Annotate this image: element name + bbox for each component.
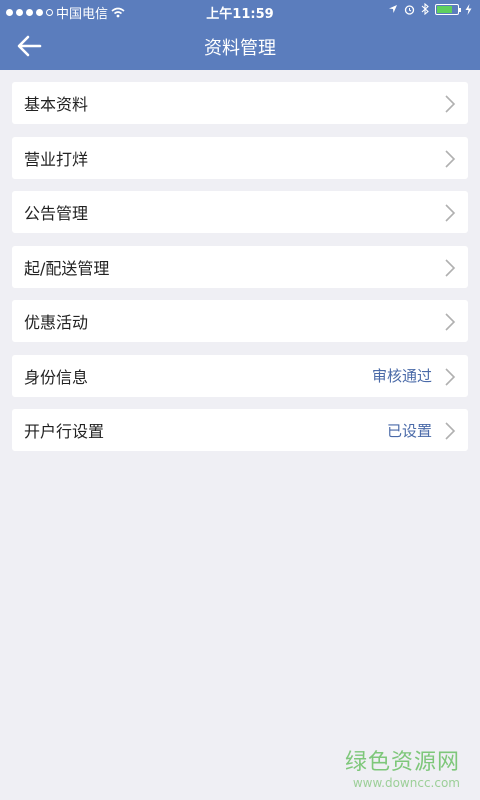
list-item-basic-info[interactable]: 基本资料 (12, 82, 468, 124)
list-item-label: 身份信息 (24, 367, 89, 387)
chevron-right-icon (445, 95, 456, 113)
status-indicators (388, 3, 472, 15)
watermark-url: www.downcc.com (352, 776, 460, 790)
chevron-right-icon (445, 422, 456, 440)
list-item-delivery[interactable]: 起/配送管理 (12, 245, 468, 288)
chevron-right-icon (445, 204, 456, 222)
alarm-icon (404, 4, 415, 15)
list-item-label: 起/配送管理 (24, 258, 110, 278)
chevron-right-icon (445, 367, 456, 386)
charging-icon (465, 3, 472, 15)
bluetooth-icon (421, 3, 429, 15)
list-item-promotions[interactable]: 优惠活动 (12, 300, 468, 342)
list-item-label: 优惠活动 (24, 313, 89, 332)
location-icon (389, 5, 397, 13)
list-item-label: 开户行设置 (24, 422, 105, 441)
status-bar: 中国电信 上午11:59 (0, 0, 480, 22)
list-item-announcements[interactable]: 公告管理 (12, 191, 468, 233)
identity-status: 审核通过 (371, 367, 432, 385)
list-item-business-hours[interactable]: 营业打烊 (12, 136, 468, 179)
chevron-right-icon (445, 313, 456, 331)
chevron-right-icon (445, 149, 456, 168)
watermark-title: 绿色资源网 (344, 750, 460, 775)
list-item-label: 营业打烊 (24, 149, 89, 169)
list-item-identity[interactable]: 身份信息 审核通过 (12, 354, 468, 397)
page-title: 资料管理 (204, 38, 276, 59)
list-item-label: 基本资料 (24, 95, 89, 114)
settings-list: 基本资料 营业打烊 公告管理 起/配送管理 优惠活动 身份信息 审核通过 开户行… (12, 82, 468, 464)
nav-bar: 资料管理 (0, 22, 480, 70)
watermark: 绿色资源网 www.downcc.com (345, 744, 460, 790)
list-item-bank-account[interactable]: 开户行设置 已设置 (12, 409, 468, 451)
list-item-label: 公告管理 (24, 204, 89, 223)
bank-account-status: 已设置 (386, 421, 432, 440)
battery-icon (435, 3, 461, 15)
chevron-right-icon (445, 258, 456, 277)
